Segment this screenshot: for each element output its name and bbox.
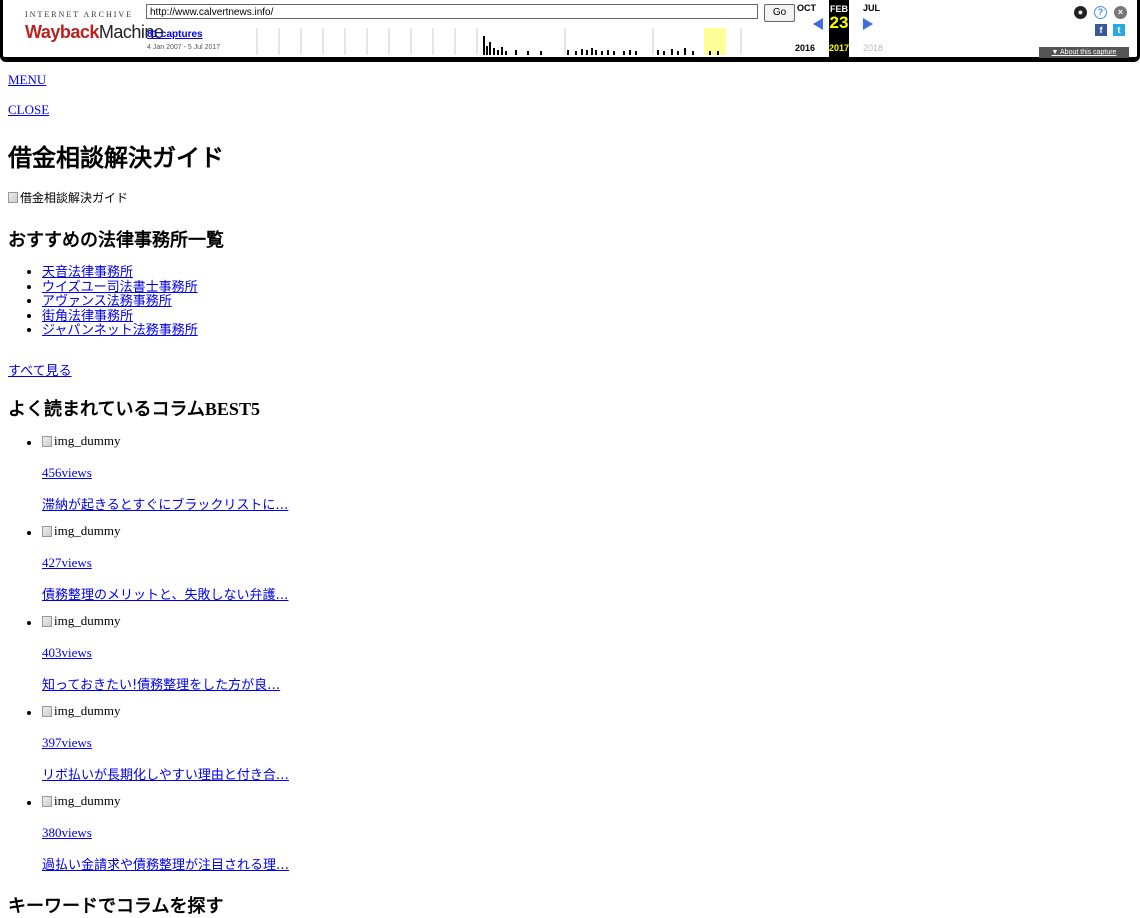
about-capture-link[interactable]: ▼ About this capture [1039,47,1129,58]
capture-range: 4 Jan 2007 - 5 Jul 2017 [147,44,221,51]
list-item: ウイズユー司法書士事務所 [42,280,198,295]
broken-image-icon [8,192,18,203]
current-day: 23 [829,13,849,32]
column-list: img_dummy 456views 滞納が起きるとすぐにブラックリストに… i… [8,433,642,883]
next-month-label[interactable]: JUL [863,3,880,13]
firm-list: 天音法律事務所 ウイズユー司法書士事務所 アヴァンス法務事務所 街角法律事務所 … [8,265,198,338]
wayback-toolbar: INTERNET ARCHIVE WaybackMachine http://w… [0,0,1140,62]
column-thumbnail[interactable]: img_dummy [42,793,642,809]
current-year-highlight [704,28,726,55]
column-title-link[interactable]: 債務整理のメリットと、失敗しない弁護… [42,584,642,603]
broken-image-icon [42,525,52,537]
list-item: img_dummy 380views 過払い金請求や債務整理が注目される理… [42,793,642,883]
list-item: 街角法律事務所 [42,309,198,324]
firm-link[interactable]: ジャパンネット法務事務所 [42,323,198,338]
broken-image-icon [42,615,52,627]
list-item: ジャパンネット法務事務所 [42,323,198,338]
popular-columns-heading: よく読まれているコラムBEST5 [8,399,260,420]
firm-link[interactable]: 天音法律事務所 [42,265,133,280]
firm-link[interactable]: 街角法律事務所 [42,309,133,324]
twitter-icon[interactable]: t [1113,24,1125,36]
list-item: 天音法律事務所 [42,265,198,280]
list-item: アヴァンス法務事務所 [42,294,198,309]
see-all-link[interactable]: すべて見る [8,360,72,379]
toolbar-actions: ● ? × f t ▼ About this capture [1011,3,1131,58]
broken-image-icon [42,795,52,807]
menu-link[interactable]: MENU [8,72,46,88]
views-link[interactable]: 427views [42,555,642,571]
column-thumbnail[interactable]: img_dummy [42,523,642,539]
views-link[interactable]: 456views [42,465,642,481]
list-item: img_dummy 456views 滞納が起きるとすぐにブラックリストに… [42,433,642,523]
url-input[interactable]: http://www.calvertnews.info/ [146,4,758,19]
prev-month-label[interactable]: OCT [797,3,816,13]
prev-capture-arrow-icon[interactable] [813,18,823,30]
firm-link[interactable]: ウイズユー司法書士事務所 [42,280,198,295]
column-title-link[interactable]: リボ払いが長期化しやすい理由と付き合… [42,764,642,783]
wayback-machine-wordmark: WaybackMachine [25,22,164,42]
column-title-link[interactable]: 知っておきたい!債務整理をした方が良… [42,674,642,693]
views-link[interactable]: 403views [42,645,642,661]
column-title-link[interactable]: 滞納が起きるとすぐにブラックリストに… [42,494,642,513]
firm-link[interactable]: アヴァンス法務事務所 [42,294,172,309]
recommended-firms-heading: おすすめの法律事務所一覧 [8,230,224,251]
list-item: img_dummy 427views 債務整理のメリットと、失敗しない弁護… [42,523,642,613]
wayback-logo[interactable]: INTERNET ARCHIVE WaybackMachine [17,6,164,46]
captures-link[interactable]: 81 captures [147,29,203,40]
go-button[interactable]: Go [764,4,795,22]
list-item: img_dummy 403views 知っておきたい!債務整理をした方が良… [42,613,642,703]
close-link[interactable]: CLOSE [8,102,49,118]
help-icon[interactable]: ? [1094,6,1107,19]
list-item: img_dummy 397views リボ払いが長期化しやすい理由と付き合… [42,703,642,793]
prev-year-label[interactable]: 2016 [795,43,815,53]
site-logo-image[interactable]: 借金相談解決ガイド [8,189,128,206]
close-toolbar-icon[interactable]: × [1114,6,1127,19]
column-thumbnail[interactable]: img_dummy [42,433,642,449]
broken-image-icon [42,435,52,447]
internet-archive-label: INTERNET ARCHIVE [25,10,134,19]
site-title: 借金相談解決ガイド [8,144,224,172]
keyword-search-heading: キーワードでコラムを探す [8,896,224,917]
next-capture-arrow-icon[interactable] [863,18,873,30]
capture-bars [483,36,719,55]
column-thumbnail[interactable]: img_dummy [42,613,642,629]
facebook-icon[interactable]: f [1095,24,1107,36]
current-capture-date: FEB 23 2017 [829,0,849,57]
broken-image-icon [42,705,52,717]
month-navigator: OCT 2016 FEB 23 2017 JUL 2018 [793,0,893,58]
user-account-icon[interactable]: ● [1074,6,1087,19]
views-link[interactable]: 380views [42,825,642,841]
next-year-label: 2018 [863,43,884,53]
capture-sparkline[interactable] [235,26,765,55]
column-title-link[interactable]: 過払い金請求や債務整理が注目される理… [42,854,642,873]
views-link[interactable]: 397views [42,735,642,751]
column-thumbnail[interactable]: img_dummy [42,703,642,719]
